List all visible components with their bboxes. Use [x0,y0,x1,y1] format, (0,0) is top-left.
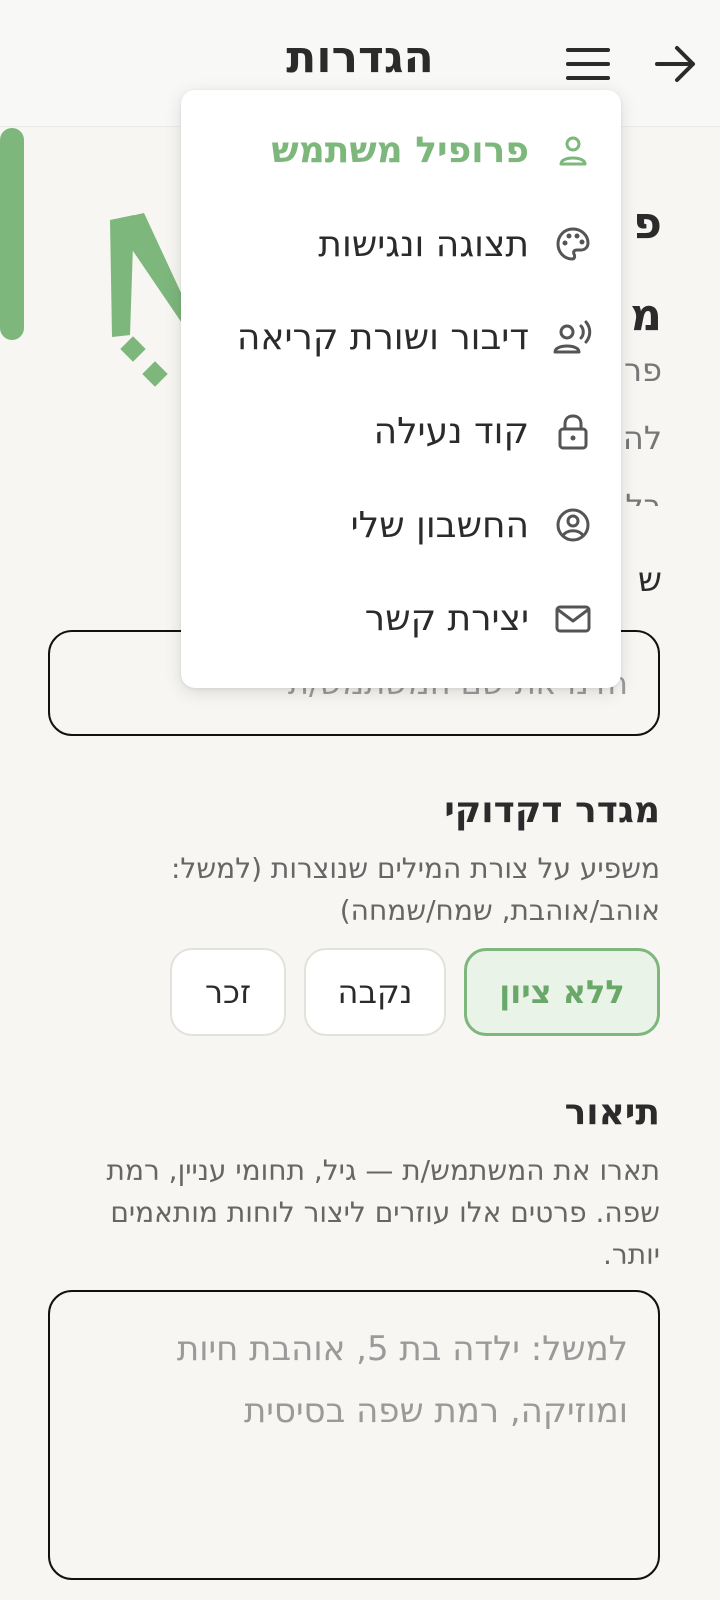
hamburger-icon [566,48,610,80]
profile-description: פר לה בל [622,351,662,506]
gender-option-female[interactable]: נקבה [304,948,446,1036]
menu-item-contact[interactable]: יצירת קשר [181,572,621,666]
speech-icon [553,318,593,358]
menu-item-display-accessibility[interactable]: תצוגה ונגישות [181,198,621,292]
name-label: ש [637,560,662,600]
menu-item-speech[interactable]: דיבור ושורת קריאה [181,291,621,385]
menu-item-lock-code[interactable]: קוד נעילה [181,385,621,479]
user-icon [553,131,593,171]
menu-item-my-account[interactable]: החשבון שלי [181,478,621,572]
menu-button[interactable] [560,36,616,92]
description-textarea[interactable] [48,1290,660,1580]
gender-option-unspecified[interactable]: ללא ציון [464,948,660,1036]
scroll-indicator [0,128,24,340]
lock-icon [553,412,593,452]
menu-item-label: יצירת קשר [364,598,529,640]
menu-item-label: החשבון שלי [350,504,529,546]
gender-description: משפיע על צורת המילים שנוצרות (למשל: אוהב… [170,852,660,927]
account-icon [553,505,593,545]
palette-icon [553,224,593,264]
menu-item-label: דיבור ושורת קריאה [236,317,529,359]
gender-option-male[interactable]: זכר [170,948,286,1036]
gender-selector: ללא ציון נקבה זכר [170,948,660,1038]
menu-item-label: קוד נעילה [373,411,529,453]
settings-dropdown-menu: פרופיל משתמש תצוגה ונגישות דיבור ושורת ק… [181,90,621,688]
menu-item-user-profile[interactable]: פרופיל משתמש [181,104,621,198]
menu-item-label: פרופיל משתמש [271,130,529,172]
description-title: תיאור [564,1092,660,1133]
mail-icon [553,599,593,639]
menu-item-label: תצוגה ונגישות [318,223,529,265]
gender-title: מגדר דקדוקי [444,790,660,831]
back-button[interactable] [648,36,704,92]
arrow-right-icon [655,46,695,82]
description-help-text: תארו את המשתמש/ת — גיל, תחומי עניין, רמת… [106,1154,660,1271]
